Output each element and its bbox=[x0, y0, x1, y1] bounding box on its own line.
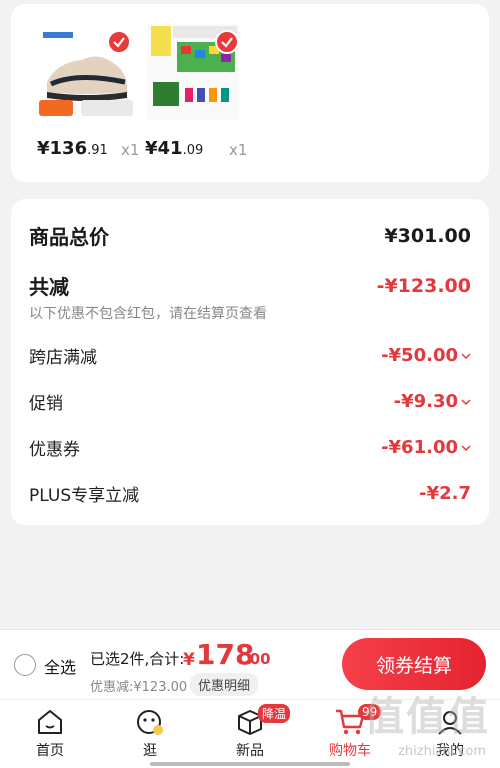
discount-row-plus: PLUS专享立减 -¥2.7 bbox=[29, 481, 471, 506]
total-amount-cents: .00 bbox=[244, 650, 271, 668]
tab-new[interactable]: 新品 降温 bbox=[210, 704, 291, 760]
discount-label: PLUS专享立减 bbox=[29, 486, 140, 506]
discount-summary: 优惠减:¥123.00 bbox=[90, 680, 188, 695]
price-summary-card: 商品总价 ¥301.00 共减 -¥123.00 以下优惠不包含红包，请在结算页… bbox=[11, 199, 489, 525]
total-reduction-label: 共减 bbox=[29, 275, 69, 299]
discount-value[interactable]: -¥61.00 bbox=[381, 437, 471, 458]
chevron-down-icon bbox=[461, 398, 471, 405]
checkout-button[interactable]: 领券结算 bbox=[342, 638, 486, 690]
discount-row-promotion[interactable]: 促销 -¥9.30 bbox=[29, 389, 471, 414]
total-reduction-row: 共减 -¥123.00 bbox=[29, 271, 471, 300]
product-quantity: x1 bbox=[229, 141, 248, 159]
discount-row-coupon[interactable]: 优惠券 -¥61.00 bbox=[29, 435, 471, 460]
checked-icon[interactable] bbox=[107, 30, 131, 54]
product-image-blocks[interactable] bbox=[145, 22, 241, 122]
select-all-radio[interactable] bbox=[14, 654, 36, 676]
tab-browse[interactable]: 逛 bbox=[110, 706, 190, 760]
product-image-shoe[interactable] bbox=[37, 22, 133, 122]
discount-label: 促销 bbox=[29, 394, 63, 414]
tab-home[interactable]: 首页 bbox=[10, 706, 90, 760]
chevron-down-icon bbox=[461, 444, 471, 451]
total-currency: ¥ bbox=[183, 650, 195, 670]
total-price-value: ¥301.00 bbox=[384, 224, 471, 247]
product-quantity: x1 bbox=[121, 141, 140, 159]
product-price: ¥41.09 bbox=[145, 138, 204, 159]
home-icon bbox=[10, 706, 90, 738]
chevron-down-icon bbox=[461, 352, 471, 359]
discount-row-cross-store[interactable]: 跨店满减 -¥50.00 bbox=[29, 343, 471, 368]
discount-value[interactable]: -¥9.30 bbox=[394, 391, 471, 412]
cart-product-shoe[interactable]: ¥136.91 x1 bbox=[37, 22, 139, 159]
tab-badge: 降温 bbox=[258, 704, 291, 723]
site-watermark: zhizhizhi.com bbox=[398, 744, 486, 759]
discount-label: 优惠券 bbox=[29, 440, 80, 460]
discount-label: 跨店满减 bbox=[29, 348, 97, 368]
total-reduction-value: -¥123.00 bbox=[376, 274, 471, 297]
cart-products-card: ¥136.91 x1 ¥41.09 x1 bbox=[11, 4, 489, 182]
checked-icon[interactable] bbox=[215, 30, 239, 54]
discount-value: -¥2.7 bbox=[419, 483, 471, 504]
mascot-icon bbox=[110, 706, 190, 738]
discount-value[interactable]: -¥50.00 bbox=[381, 345, 471, 366]
select-all-label[interactable]: 全选 bbox=[44, 654, 76, 678]
discount-detail-button[interactable]: 优惠明细 bbox=[190, 673, 259, 696]
selected-count-text: 已选2件,合计: bbox=[90, 650, 185, 668]
home-indicator[interactable] bbox=[150, 762, 350, 766]
site-watermark-logo: 值值值 bbox=[364, 694, 490, 740]
total-price-row: 商品总价 ¥301.00 bbox=[29, 221, 471, 250]
discount-note: 以下优惠不包含红包，请在结算页查看 bbox=[29, 306, 267, 322]
total-price-label: 商品总价 bbox=[29, 225, 109, 249]
cart-product-blocks[interactable]: ¥41.09 x1 bbox=[145, 22, 247, 159]
product-price: ¥136.91 bbox=[37, 138, 108, 159]
